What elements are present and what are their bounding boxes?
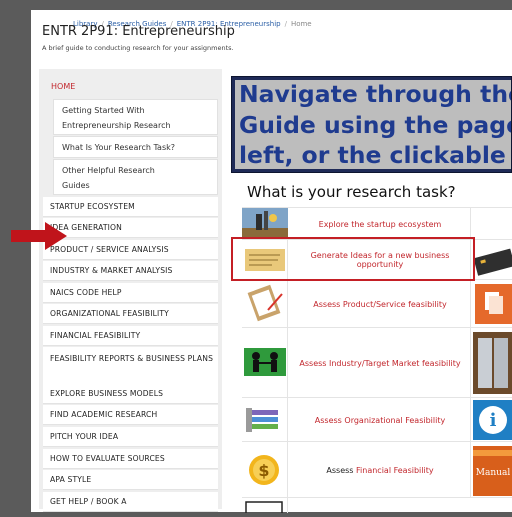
page-title: ENTR 2P91: Entrepreneurship xyxy=(42,24,235,39)
manual-book-label: Manual xyxy=(475,468,511,478)
task-row xyxy=(242,497,512,514)
pointer-arrow-icon xyxy=(11,222,67,250)
sidebar-item-home[interactable]: HOME xyxy=(39,73,222,101)
sidebar-item-feasibility-reports[interactable]: FEASIBILITY REPORTS & BUSINESS PLANS xyxy=(43,347,218,385)
task-link-financial-text: Financial Feasibility xyxy=(356,465,434,475)
sidebar-subitem-label: Guides xyxy=(62,181,90,190)
callout-line: Guide using the page xyxy=(239,110,512,139)
sidebar-subitem-label: Other Helpful Research xyxy=(62,166,155,175)
market-silhouettes-icon[interactable] xyxy=(242,328,288,398)
task-link-industry-market[interactable]: Assess Industry/Target Market feasibilit… xyxy=(288,328,472,398)
task-row: $ Assess Financial Feasibility Manual xyxy=(242,441,512,498)
sidebar-item-pitch[interactable]: PITCH YOUR IDEA xyxy=(43,427,218,447)
sidebar-nav: HOME Getting Started With Entrepreneursh… xyxy=(39,69,222,512)
org-chart-icon[interactable] xyxy=(242,398,288,442)
sidebar-subitem-research-task[interactable]: What Is Your Research Task? xyxy=(53,136,218,158)
task-link-startup-ecosystem[interactable]: Explore the startup ecosystem xyxy=(288,208,472,240)
callout-line: left, or the clickable ic xyxy=(239,141,512,169)
sidebar-item-idea-generation[interactable]: IDEA GENERATION xyxy=(43,218,218,238)
sidebar-item-get-help[interactable]: GET HELP / BOOK A xyxy=(43,492,218,512)
sidebar-subitem-other-guides[interactable]: Other Helpful Research Guides xyxy=(53,159,218,195)
breadcrumb-current: Home xyxy=(290,20,312,28)
sidebar-item-apa[interactable]: APA STYLE xyxy=(43,470,218,490)
sidebar-item-evaluate-sources[interactable]: HOW TO EVALUATE SOURCES xyxy=(43,449,218,469)
clipboard-icon[interactable] xyxy=(242,280,288,328)
svg-text:$: $ xyxy=(258,461,269,480)
sidebar-subitem-label: What Is Your Research Task? xyxy=(62,143,176,152)
task-row: Assess Organizational Feasibility i xyxy=(242,397,512,442)
sidebar-item-startup-ecosystem[interactable]: STARTUP ECOSYSTEM xyxy=(43,197,218,217)
callout-text: Navigate through the Guide using the pag… xyxy=(239,79,512,171)
task-heading: What is your research task? xyxy=(247,183,456,201)
callout-line: Navigate through the xyxy=(239,80,512,108)
task-row: Assess Product/Service feasibility xyxy=(242,279,512,328)
sidebar-item-business-models[interactable]: EXPLORE BUSINESS MODELS xyxy=(43,384,218,404)
task-link-product-service[interactable]: Assess Product/Service feasibility xyxy=(288,280,472,328)
financial-dollar-icon[interactable]: $ xyxy=(242,442,288,498)
idea-highlight-box xyxy=(231,237,475,281)
page-subtitle: A brief guide to conducting research for… xyxy=(42,44,234,52)
task-link-financial[interactable]: Assess Financial Feasibility xyxy=(288,442,472,498)
sidebar-item-academic-research[interactable]: FIND ACADEMIC RESEARCH xyxy=(43,405,218,425)
task-link-financial-prefix: Assess xyxy=(326,465,354,475)
svg-text:i: i xyxy=(490,410,497,431)
task-row: Assess Industry/Target Market feasibilit… xyxy=(242,327,512,398)
instruction-callout: Navigate through the Guide using the pag… xyxy=(231,76,512,173)
manual-book-icon: Manual xyxy=(470,442,512,498)
sidebar-item-financial[interactable]: FINANCIAL FEASIBILITY xyxy=(43,326,218,346)
task-link-organizational[interactable]: Assess Organizational Feasibility xyxy=(288,398,472,442)
sidebar-subitem-getting-started[interactable]: Getting Started With Entrepreneurship Re… xyxy=(53,99,218,135)
info-icon: i xyxy=(470,398,512,442)
sidebar-item-naics[interactable]: NAICS CODE HELP xyxy=(43,283,218,303)
phone-booth-icon xyxy=(470,328,512,398)
sidebar-subitem-label: Entrepreneurship Research xyxy=(62,121,171,130)
sidebar-item-industry-market[interactable]: INDUSTRY & MARKET ANALYSIS xyxy=(43,261,218,281)
sidebar-subitem-label: Getting Started With xyxy=(62,106,145,115)
sidebar-item-organizational[interactable]: ORGANIZATIONAL FEASIBILITY xyxy=(43,304,218,324)
next-task-icon[interactable] xyxy=(242,498,288,514)
breadcrumb-separator: / xyxy=(284,20,287,28)
documents-icon xyxy=(470,280,512,328)
task-row: Explore the startup ecosystem xyxy=(242,207,512,240)
calculator-icon xyxy=(470,240,512,280)
startup-ecosystem-icon[interactable] xyxy=(242,208,288,240)
sidebar-item-product-service[interactable]: PRODUCT / SERVICE ANALYSIS xyxy=(43,240,218,260)
side-thumbnail xyxy=(470,208,512,240)
